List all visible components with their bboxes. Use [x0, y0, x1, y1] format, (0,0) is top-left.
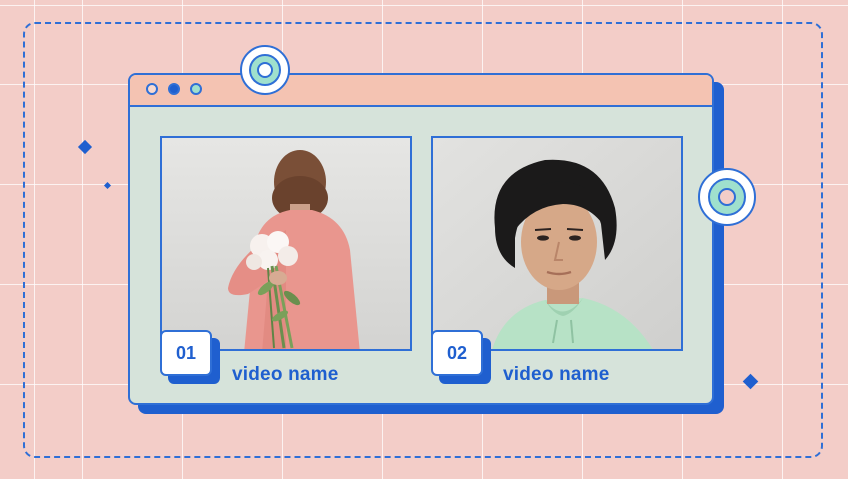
woman-pink-coat-holding-flowers-image: [162, 138, 410, 349]
video-name-label-2[interactable]: video name: [503, 364, 610, 386]
slide-canvas: 01 video name 02 video name: [0, 0, 848, 479]
browser-window: 01 video name 02 video name: [128, 73, 714, 405]
video-name-label-1[interactable]: video name: [232, 364, 339, 386]
video-number-badge-2: 02: [431, 330, 483, 376]
window-titlebar: [130, 75, 712, 107]
video-thumbnail-1[interactable]: [160, 136, 412, 351]
circle-mint-icon[interactable]: [190, 83, 202, 95]
ring-icon: [240, 45, 290, 95]
ring-icon: [698, 168, 756, 226]
video-number-badge-1: 01: [160, 330, 212, 376]
circle-outline-icon[interactable]: [146, 83, 158, 95]
man-mint-hoodie-portrait-image: [433, 138, 681, 349]
circle-filled-icon[interactable]: [168, 83, 180, 95]
video-thumbnail-2[interactable]: [431, 136, 683, 351]
